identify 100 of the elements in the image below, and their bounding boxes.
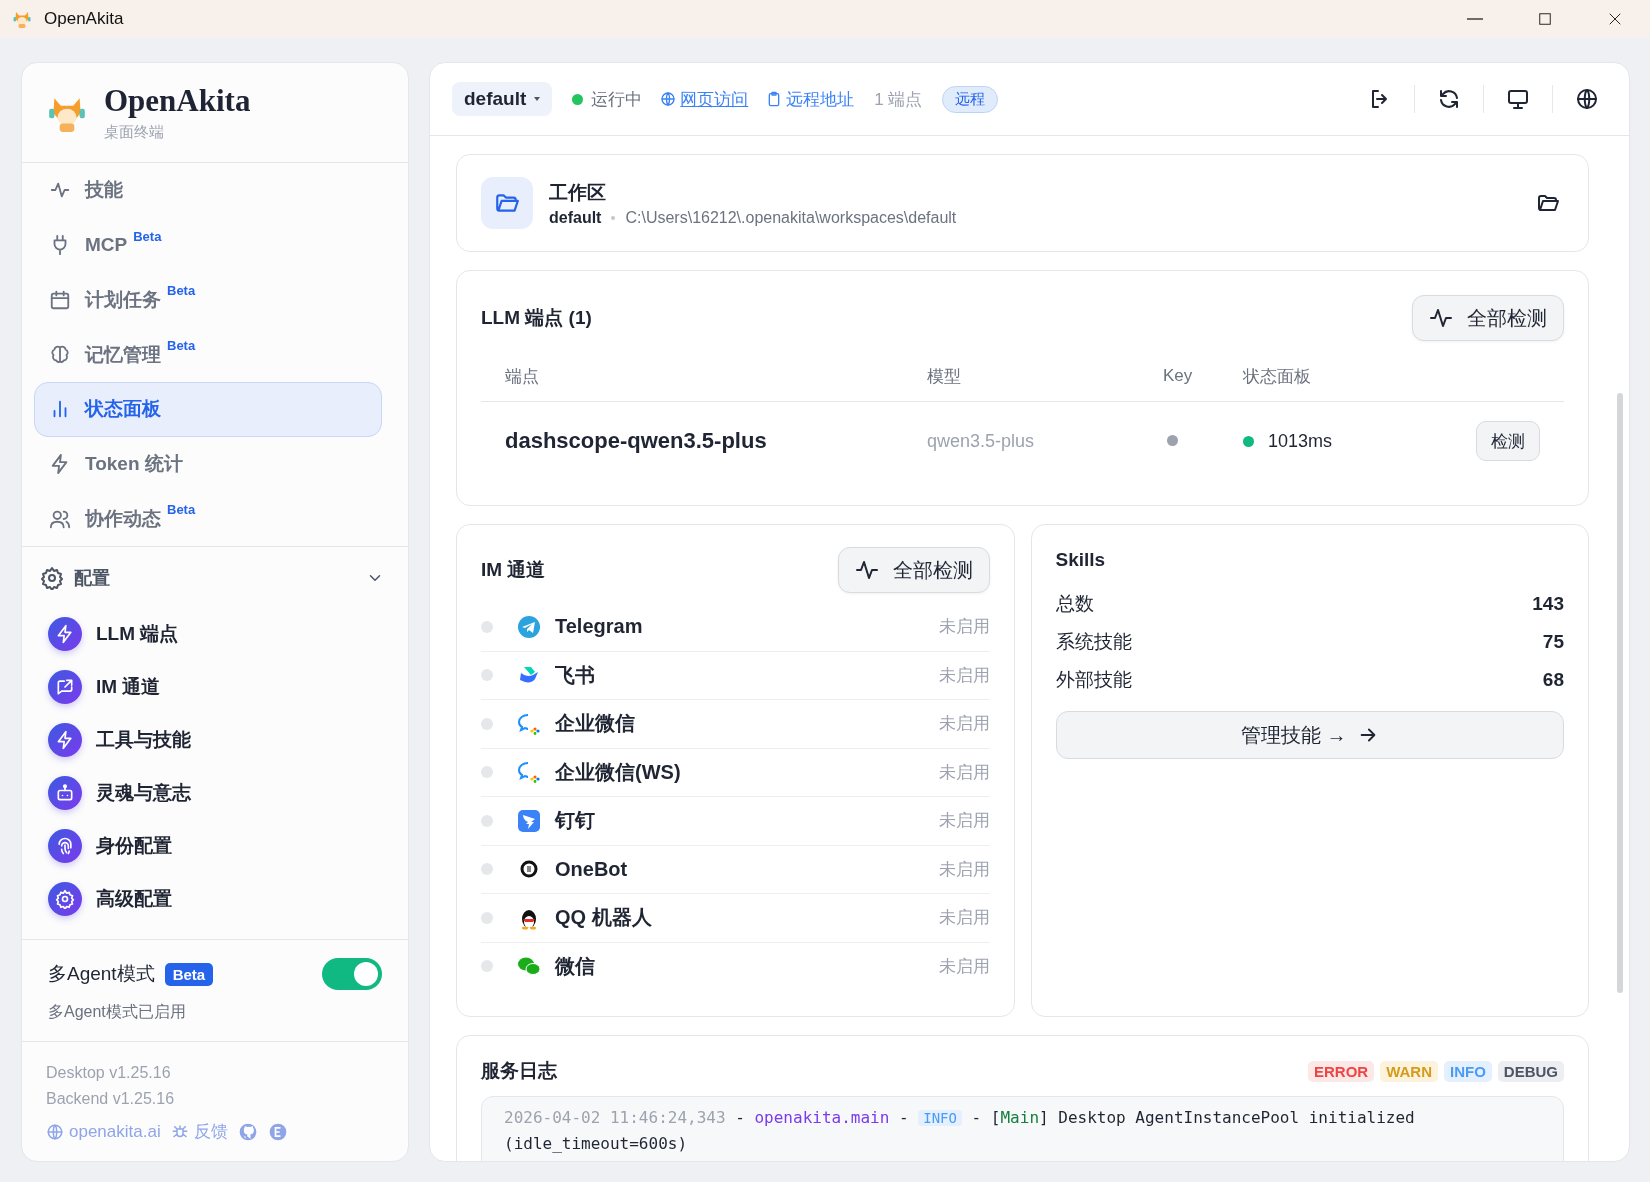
channel-name: Telegram: [555, 615, 644, 639]
paper-plane-icon: [517, 614, 541, 639]
toggle-switch[interactable]: [322, 958, 382, 990]
config-item[interactable]: 工具与技能: [40, 713, 390, 766]
stat-value: 143: [1532, 593, 1564, 615]
mode-status-text: 多Agent模式已启用: [48, 1002, 187, 1022]
chat-bubble-icon: [517, 711, 541, 736]
workspace-dropdown[interactable]: default: [452, 82, 553, 116]
pulse-icon: [1429, 306, 1453, 330]
channel-status: 未启用: [938, 858, 990, 881]
channel-status: 未启用: [938, 616, 990, 639]
config-label: 配置: [74, 567, 111, 590]
config-label: 高级配置: [96, 886, 172, 911]
nav-item[interactable]: MCP $^{Beta}$: [34, 217, 382, 273]
config-item[interactable]: LLM 端点: [40, 607, 390, 660]
lightning-icon: [55, 623, 75, 644]
table-cell-text: dashscope-qwen3.5-plus: [504, 428, 768, 454]
config-item[interactable]: 身份配置: [40, 819, 390, 872]
config-label: LLM 端点: [96, 621, 179, 646]
column-header: 模型: [927, 365, 962, 388]
lightning-icon: [55, 729, 75, 750]
settings-icon: [40, 566, 64, 590]
table-cell-text: qwen3.5-plus: [927, 430, 1036, 452]
nav-label: 计划任务: [85, 287, 161, 312]
refresh-icon: [1437, 87, 1461, 111]
link[interactable]: 网页访问: [660, 87, 749, 111]
nav-item[interactable]: 技能: [34, 163, 382, 218]
globe-icon: [1575, 87, 1599, 111]
column-header: 端点: [504, 365, 540, 388]
card-title: 服务日志: [481, 1059, 557, 1083]
stat-label: 系统技能: [1055, 630, 1132, 654]
nav-label: 记忆管理: [85, 342, 161, 367]
status-label: 运行中: [591, 88, 643, 111]
beta-label: Beta: [133, 228, 162, 244]
link[interactable]: 远程地址: [766, 87, 855, 111]
manage-skills-button[interactable]: 管理技能 →: [1055, 711, 1564, 759]
channel-name: 钉钉: [555, 808, 596, 834]
app-subtitle: 桌面终端: [104, 123, 165, 142]
monitor-icon: [1506, 87, 1530, 111]
nav-item[interactable]: 协作动态 $^{Beta}$: [34, 491, 382, 546]
version-text: Desktop v1.25.16: [46, 1063, 172, 1083]
nav-item[interactable]: 计划任务 $^{Beta}$: [34, 272, 382, 328]
check-all-button[interactable]: 全部检测: [837, 547, 990, 593]
beta-label: Beta: [167, 283, 196, 299]
pulse-icon: [854, 558, 879, 582]
log-entry: 2026-04-02 11:46:24,343 - openakita.main - INFO - [Main] Desktop AgentInstancePool initialized (idle_timeout=600s): [504, 1107, 1416, 1155]
nav-item[interactable]: 状态面板: [34, 381, 382, 437]
config-label: 灵魂与意志: [96, 780, 191, 805]
config-item[interactable]: IM 通道: [40, 660, 390, 713]
nav-label: MCP: [85, 234, 128, 257]
maximize-icon: [1536, 10, 1554, 28]
remote-tag: 远程: [942, 85, 999, 113]
nav-label: 状态面板: [85, 397, 161, 422]
globe-icon: [660, 91, 677, 107]
settings-icon: [55, 888, 75, 909]
card-title: 工作区: [549, 180, 607, 205]
mode-label: 多Agent模式: [48, 962, 155, 986]
stat-value: 75: [1542, 631, 1564, 653]
brain-icon: [49, 343, 71, 366]
config-item[interactable]: 灵魂与意志: [40, 766, 390, 819]
channel-status: 未启用: [938, 907, 990, 930]
version-text: Backend v1.25.16: [46, 1089, 176, 1109]
endpoint-count: 1 端点: [874, 88, 923, 111]
beta-badge: Beta: [164, 962, 214, 986]
check-all-button[interactable]: 全部检测: [1412, 295, 1564, 341]
channel-status: 未启用: [938, 713, 990, 736]
github-icon[interactable]: [237, 1121, 258, 1142]
caret-icon: [534, 97, 541, 101]
check-button[interactable]: 检测: [1476, 421, 1540, 461]
column-header: 状态面板: [1243, 365, 1312, 388]
channel-name: QQ 机器人: [555, 905, 653, 931]
config-section-header[interactable]: 配置: [40, 557, 390, 599]
stat-label: 外部技能: [1055, 668, 1132, 692]
channel-name: 飞书: [555, 662, 596, 688]
letter-circle-icon[interactable]: [267, 1121, 288, 1142]
stat-value: 68: [1542, 669, 1564, 691]
config-item[interactable]: 高级配置: [40, 872, 390, 925]
nav-item[interactable]: 记忆管理 $^{Beta}$: [34, 327, 382, 382]
beta-label: Beta: [167, 502, 196, 518]
robot-icon: [55, 782, 75, 803]
scrollbar[interactable]: [1617, 393, 1623, 993]
nav-label: 协作动态: [85, 506, 161, 531]
channel-name: 企业微信: [555, 711, 636, 737]
share-icon: [55, 676, 75, 697]
level-filter-tag[interactable]: DEBUG: [1497, 1060, 1564, 1082]
channel-status: 未启用: [938, 810, 990, 833]
nav-item[interactable]: Token 统计: [34, 436, 382, 492]
stat-label: 总数: [1055, 592, 1094, 616]
card-title: LLM 端点 (1): [481, 306, 592, 330]
level-filter-tag[interactable]: ERROR: [1308, 1060, 1375, 1082]
channel-status: 未启用: [938, 761, 990, 784]
wing-icon: [517, 808, 541, 833]
channel-name: 微信: [555, 953, 596, 979]
globe-icon: [46, 1122, 64, 1141]
channel-name: 企业微信(WS): [555, 759, 682, 785]
calendar-icon: [49, 288, 71, 311]
channel-status: 未启用: [938, 955, 990, 978]
channel-name: OneBot: [555, 857, 629, 881]
minimize-icon: [1466, 18, 1484, 20]
channel-status: 未启用: [938, 664, 990, 687]
